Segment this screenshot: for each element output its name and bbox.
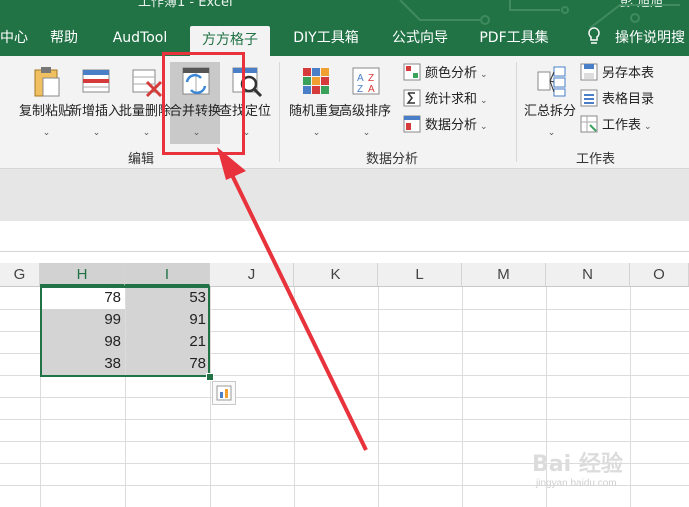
lightbulb-icon[interactable] <box>584 24 604 56</box>
watermark-url: jingyan.baidu.com <box>536 478 617 489</box>
fill-handle[interactable] <box>206 373 214 381</box>
column-header-m[interactable]: M <box>462 263 546 286</box>
watermark-brand: Bai 经验 <box>532 452 623 477</box>
worksheet-button[interactable]: 工作表 ⌄ <box>580 114 652 138</box>
random-repeat-button[interactable]: 随机重复⌄ <box>288 62 341 144</box>
clipboard-icon <box>34 67 60 97</box>
edit-group-label: 编辑 <box>128 152 155 167</box>
data-analysis-label: 数据分析 <box>425 118 478 133</box>
data-analysis-button[interactable]: 数据分析 ⌄ <box>403 114 488 138</box>
baidu-watermark: Bai 经验 jingyan.baidu.com <box>528 442 688 504</box>
title-and-tab-bar: 工作簿1 - Excel 彭 旭旭 中心 帮助 AudTool 方方格子 DIY… <box>0 0 689 56</box>
save-sheet-as-label: 另存本表 <box>602 66 655 81</box>
random-grid-icon <box>303 68 329 94</box>
highlight-box <box>162 52 245 155</box>
tell-me-search[interactable]: 操作说明搜 <box>615 24 689 56</box>
summarize-split-label: 汇总拆分 <box>523 104 576 119</box>
table-of-contents-icon <box>580 89 598 107</box>
copy-paste-button[interactable]: 复制粘贴⌄ <box>18 62 71 144</box>
worksheet-icon <box>580 115 598 133</box>
delete-icon <box>132 69 163 98</box>
stat-sum-label: 统计求和 <box>425 92 478 107</box>
color-analysis-label: 颜色分析 <box>425 66 478 81</box>
data-analysis-group-label: 数据分析 <box>366 152 419 167</box>
color-analysis-button[interactable]: 颜色分析 ⌄ <box>403 62 488 86</box>
column-header-h[interactable]: H <box>40 263 125 286</box>
ribbon-tabs: 中心 帮助 AudTool 方方格子 DIY工具箱 公式向导 PDF工具集 操作… <box>0 24 689 56</box>
tab-pdf-tools[interactable]: PDF工具集 <box>474 24 554 56</box>
tab-center[interactable]: 中心 <box>0 24 28 56</box>
column-headers: G H I J K L M N O <box>0 263 689 287</box>
stat-sum-button[interactable]: 统计求和 ⌄ <box>403 88 488 112</box>
formula-bar[interactable] <box>0 221 689 252</box>
column-header-n[interactable]: N <box>546 263 630 286</box>
advanced-sort-label: 高级排序 <box>338 104 391 119</box>
column-header-g[interactable]: G <box>0 263 40 286</box>
svg-text:Z: Z <box>368 73 374 84</box>
window-title: 工作簿1 - Excel <box>138 0 233 10</box>
save-sheet-as-button[interactable]: 另存本表 <box>580 62 654 86</box>
random-repeat-label: 随机重复 <box>288 104 341 119</box>
sort-az-icon: A Z Z A <box>352 67 380 95</box>
sheet-toc-label: 表格目录 <box>602 92 655 107</box>
tab-help[interactable]: 帮助 <box>46 24 82 56</box>
column-header-j[interactable]: J <box>210 263 294 286</box>
tab-diy-toolbox[interactable]: DIY工具箱 <box>286 24 366 56</box>
advanced-sort-button[interactable]: A Z Z A 高级排序⌄ <box>338 62 391 144</box>
name-box-area <box>0 169 689 221</box>
summarize-split-icon <box>537 66 566 97</box>
summarize-split-button[interactable]: 汇总拆分⌄ <box>523 62 576 144</box>
svg-text:Z: Z <box>357 84 363 95</box>
insert-label: 新增插入 <box>68 104 121 119</box>
tab-formula-wizard[interactable]: 公式向导 <box>384 24 456 56</box>
selection-range <box>40 286 210 377</box>
quick-analysis-icon <box>216 385 232 401</box>
insert-rows-icon <box>82 69 110 93</box>
sheet-toc-button[interactable]: 表格目录 <box>580 88 654 112</box>
worksheet-group-label: 工作表 <box>576 152 616 167</box>
color-grid-icon <box>403 63 421 81</box>
copy-paste-label: 复制粘贴 <box>18 104 71 119</box>
quick-analysis-button[interactable] <box>212 381 236 405</box>
column-header-o[interactable]: O <box>630 263 689 286</box>
column-header-i[interactable]: I <box>125 263 210 286</box>
column-header-l[interactable]: L <box>378 263 462 286</box>
ribbon-panel: 复制粘贴⌄ 新增插入⌄ 批量删除⌄ 合并转换⌄ 查找定位⌄ 编辑 随机重复⌄ A… <box>0 56 689 169</box>
worksheet-label: 工作表 <box>602 118 642 133</box>
svg-text:A: A <box>357 73 364 84</box>
sum-icon <box>403 89 421 107</box>
svg-text:A: A <box>368 84 375 95</box>
insert-button[interactable]: 新增插入⌄ <box>68 62 121 144</box>
analysis-table-icon <box>403 115 421 133</box>
save-sheet-icon <box>580 63 598 81</box>
column-header-k[interactable]: K <box>294 263 378 286</box>
